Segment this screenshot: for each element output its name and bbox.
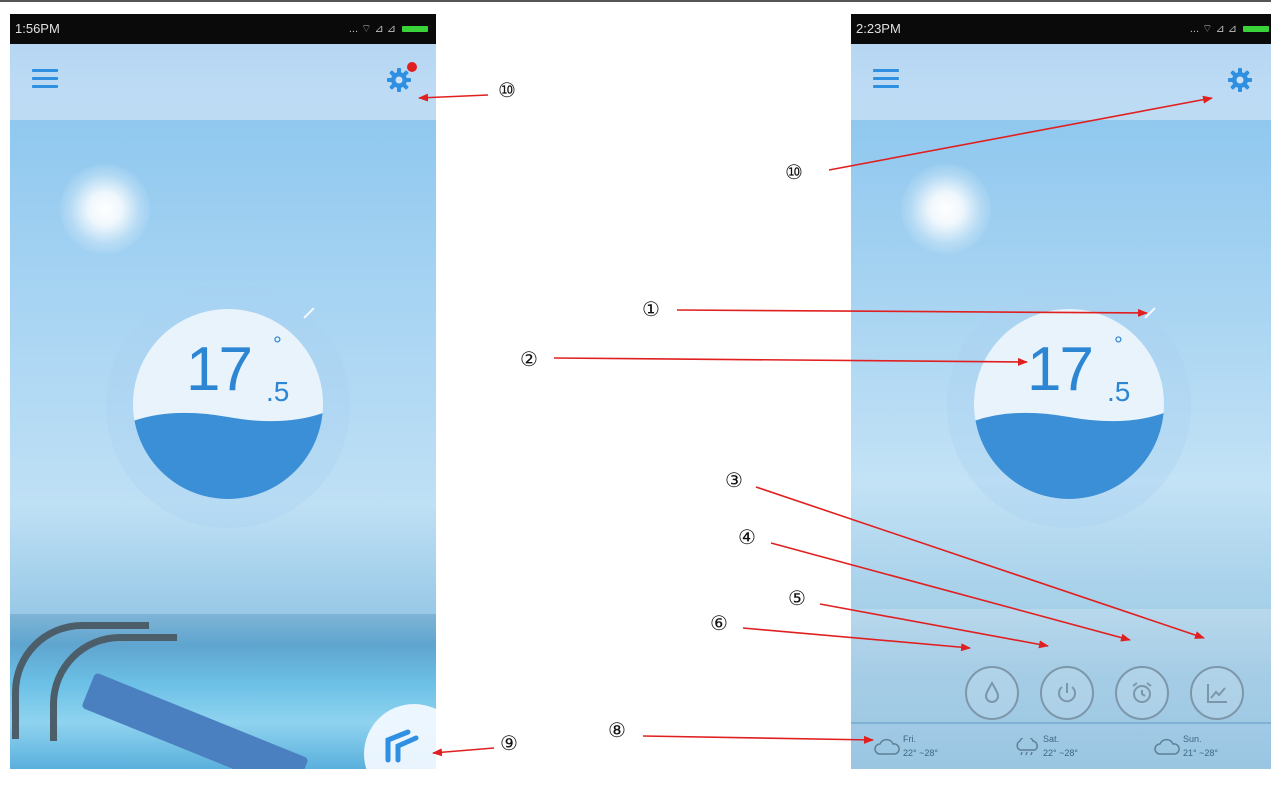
- chart-icon: [1207, 684, 1227, 703]
- water-drop-icon: [984, 680, 1000, 703]
- callout-10-left: ⑩: [498, 78, 516, 102]
- weather-divider: [851, 722, 1271, 724]
- power-icon: [1058, 683, 1076, 703]
- callout-9: ⑨: [500, 731, 518, 755]
- arrow-9: [432, 747, 495, 757]
- forecast-day-1: Fri. 22° ~28°: [873, 732, 993, 768]
- phone-screen-right: 2:23PM ... ⌔ ⊿ ⊿ 17 ° .5 Fri. 22° ~28° S…: [851, 14, 1271, 769]
- forecast-day-2: Sat. 22° ~28°: [1013, 732, 1133, 768]
- timer-button[interactable]: [1115, 666, 1169, 720]
- battery-icon: [402, 26, 428, 32]
- temperature-decimal: .5: [1107, 376, 1131, 407]
- forecast-range: 22° ~28°: [903, 748, 938, 758]
- notification-badge: [407, 62, 417, 72]
- water-button[interactable]: [965, 666, 1019, 720]
- signal-icons: ... ⌔ ⊿ ⊿: [348, 23, 396, 35]
- callout-4: ④: [738, 525, 756, 549]
- temperature-degree-sign: °: [273, 332, 282, 357]
- temperature-decimal: .5: [266, 376, 290, 407]
- app-header: [10, 44, 436, 120]
- forecast-range: 22° ~28°: [1043, 748, 1078, 758]
- power-button[interactable]: [1040, 666, 1094, 720]
- chart-button[interactable]: [1190, 666, 1244, 720]
- status-time: 2:23PM: [856, 21, 901, 36]
- alarm-clock-icon: [1132, 682, 1152, 703]
- sun-glare: [901, 164, 991, 254]
- callout-8: ⑧: [608, 718, 626, 742]
- arrow-8: [642, 735, 874, 744]
- status-icons: ... ⌔ ⊿ ⊿: [1190, 14, 1269, 44]
- forecast-day: Sun.: [1183, 734, 1202, 744]
- double-chevron-icon: [385, 729, 419, 763]
- app-header: [851, 44, 1271, 120]
- callout-1: ①: [642, 297, 660, 321]
- callout-10-right: ⑩: [785, 160, 803, 184]
- phone-screen-left: 1:56PM ... ⌔ ⊿ ⊿ 17 ° .5: [10, 14, 436, 769]
- callout-2: ②: [520, 347, 538, 371]
- callout-6: ⑥: [710, 611, 728, 635]
- cloud-icon: [874, 738, 900, 755]
- cloud-rain-icon: [1016, 738, 1038, 756]
- forecast-day-3: Sun. 21° ~28°: [1153, 732, 1271, 768]
- temperature-value: 17: [1027, 335, 1094, 404]
- sun-glare: [60, 164, 150, 254]
- callout-5: ⑤: [788, 586, 806, 610]
- menu-icon[interactable]: [873, 69, 899, 89]
- signal-icons: ... ⌔ ⊿ ⊿: [1189, 23, 1237, 35]
- forecast-day: Sat.: [1043, 734, 1060, 744]
- battery-icon: [1243, 26, 1269, 32]
- forecast-range: 21° ~28°: [1183, 748, 1218, 758]
- status-icons: ... ⌔ ⊿ ⊿: [349, 14, 428, 44]
- status-bar: 1:56PM ... ⌔ ⊿ ⊿: [10, 14, 436, 44]
- menu-icon[interactable]: [32, 69, 58, 89]
- callout-3: ③: [725, 468, 743, 492]
- gear-icon[interactable]: [1227, 67, 1253, 93]
- status-bar: 2:23PM ... ⌔ ⊿ ⊿: [851, 14, 1271, 44]
- temperature-value: 17: [186, 335, 253, 404]
- cloud-icon: [1154, 738, 1180, 755]
- top-border-line: [0, 0, 1271, 2]
- temperature-degree-sign: °: [1114, 332, 1123, 357]
- forecast-day: Fri.: [903, 734, 916, 744]
- status-time: 1:56PM: [15, 21, 60, 36]
